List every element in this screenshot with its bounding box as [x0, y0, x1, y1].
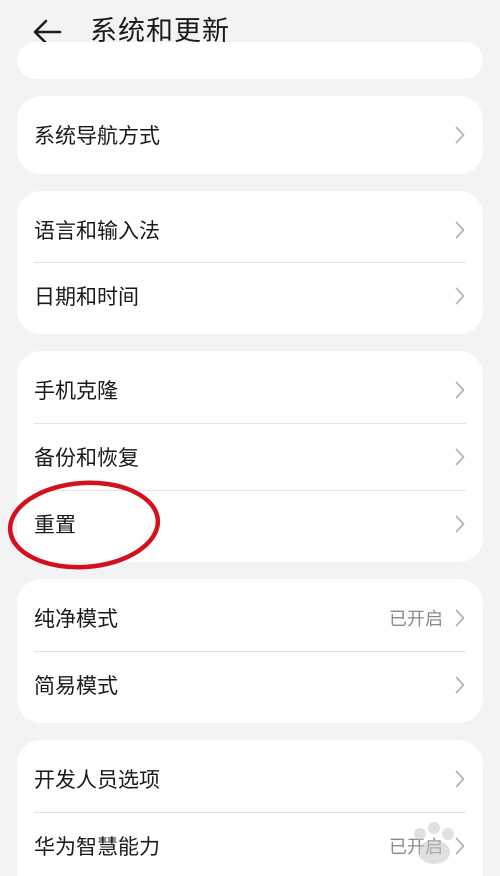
- settings-card-scrolled: [17, 42, 483, 79]
- status-value: 已开启: [389, 837, 443, 858]
- chevron-right-icon: [455, 381, 465, 399]
- settings-item-language-input[interactable]: 语言和输入法: [17, 197, 483, 263]
- settings-item-label: 开发人员选项: [34, 768, 160, 792]
- settings-item-system-navigation[interactable]: 系统导航方式: [17, 102, 483, 168]
- settings-item-label: 纯净模式: [34, 607, 118, 631]
- settings-item-label: 简易模式: [34, 674, 118, 698]
- chevron-right-icon: [455, 609, 465, 627]
- settings-item-reset[interactable]: 重置: [17, 491, 483, 557]
- settings-item-label: 备份和恢复: [34, 446, 139, 470]
- settings-item-huawei-smart[interactable]: 华为智慧能力 已开启: [17, 813, 483, 876]
- chevron-right-icon: [455, 770, 465, 788]
- settings-group-modes: 纯净模式 已开启 简易模式: [17, 579, 483, 723]
- settings-item-pure-mode[interactable]: 纯净模式 已开启: [17, 585, 483, 651]
- settings-group-navigation: 系统导航方式: [17, 96, 483, 174]
- settings-item-simple-mode[interactable]: 简易模式: [17, 652, 483, 718]
- chevron-right-icon: [455, 221, 465, 239]
- settings-group-clone-backup-reset: 手机克隆 备份和恢复 重置: [17, 351, 483, 562]
- chevron-right-icon: [455, 515, 465, 533]
- chevron-right-icon: [455, 837, 465, 855]
- settings-item-label: 手机克隆: [34, 379, 118, 403]
- settings-item-label: 日期和时间: [34, 285, 139, 309]
- settings-item-label: 系统导航方式: [34, 124, 160, 148]
- settings-item-label: 重置: [34, 513, 76, 537]
- settings-item-phone-clone[interactable]: 手机克隆: [17, 357, 483, 423]
- settings-item-label: 华为智慧能力: [34, 835, 160, 859]
- settings-item-developer-options[interactable]: 开发人员选项: [17, 746, 483, 812]
- settings-item-date-time[interactable]: 日期和时间: [17, 263, 483, 329]
- chevron-right-icon: [455, 287, 465, 305]
- settings-group-developer: 开发人员选项 华为智慧能力 已开启: [17, 740, 483, 876]
- settings-item-backup-restore[interactable]: 备份和恢复: [17, 424, 483, 490]
- settings-item-label: 语言和输入法: [34, 219, 160, 243]
- status-value: 已开启: [389, 609, 443, 630]
- settings-group-language-date: 语言和输入法 日期和时间: [17, 191, 483, 334]
- chevron-right-icon: [455, 448, 465, 466]
- chevron-right-icon: [455, 126, 465, 144]
- chevron-right-icon: [455, 676, 465, 694]
